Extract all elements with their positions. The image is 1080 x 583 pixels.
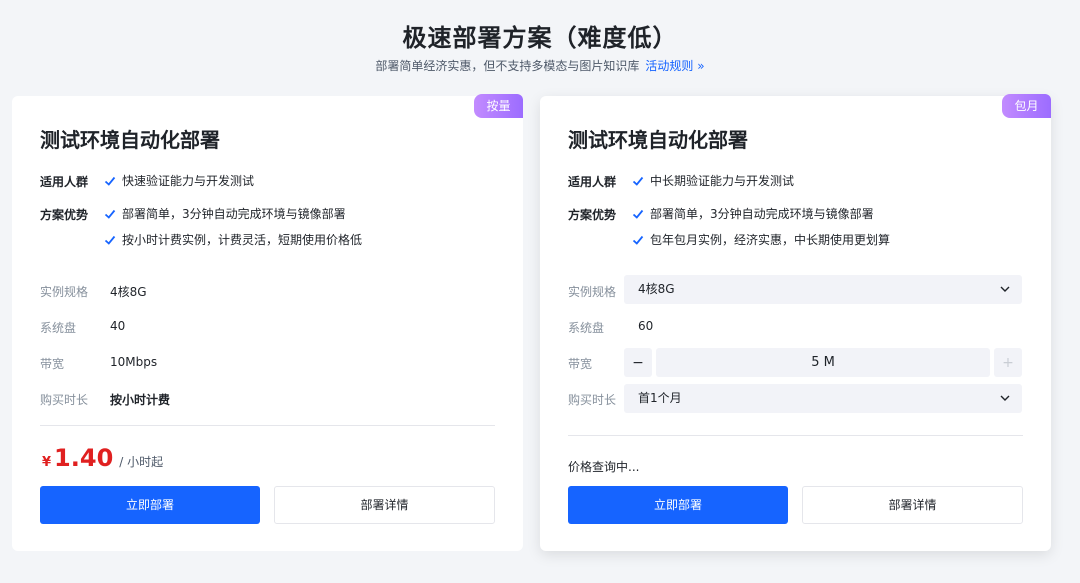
advantages-label: 方案优势 <box>40 208 89 222</box>
advantages-label: 方案优势 <box>568 208 617 222</box>
check-icon <box>104 235 116 245</box>
check-icon <box>632 209 644 219</box>
audience-text: 中长期验证能力与开发测试 <box>650 174 795 188</box>
audience-item: 中长期验证能力与开发测试 <box>632 172 794 189</box>
price: ¥ 1.40 / 小时起 <box>42 444 163 472</box>
audience-label: 适用人群 <box>568 175 617 189</box>
card-title: 测试环境自动化部署 <box>40 128 220 152</box>
divider <box>40 425 495 426</box>
deploy-now-button[interactable]: 立即部署 <box>40 486 260 524</box>
plan-badge: 按量 <box>474 94 523 118</box>
check-icon <box>104 209 116 219</box>
currency-symbol: ¥ <box>42 455 52 470</box>
bandwidth-increase-button[interactable]: + <box>994 348 1022 377</box>
check-icon <box>632 176 644 186</box>
system-disk-label: 系统盘 <box>40 321 77 335</box>
card-title: 测试环境自动化部署 <box>568 128 748 152</box>
audience-label: 适用人群 <box>40 175 89 189</box>
chevron-down-icon <box>1000 286 1010 292</box>
bandwidth-value: 10Mbps <box>110 355 158 369</box>
advantage-text: 按小时计费实例，计费灵活，短期使用价格低 <box>122 233 363 247</box>
price-status: 价格查询中... <box>568 460 640 474</box>
bandwidth-label: 带宽 <box>40 357 65 371</box>
system-disk-label: 系统盘 <box>568 321 605 335</box>
instance-spec-value: 4核8G <box>638 282 675 296</box>
price-amount: 1.40 <box>54 444 114 472</box>
pay-as-you-go-card: 按量 测试环境自动化部署 适用人群 快速验证能力与开发测试 方案优势 部署简单，… <box>12 94 523 551</box>
system-disk-value: 60 <box>638 319 654 333</box>
divider <box>568 435 1023 436</box>
instance-spec-label: 实例规格 <box>40 285 89 299</box>
duration-value: 首1个月 <box>638 391 682 405</box>
duration-label: 购买时长 <box>40 393 89 407</box>
chevron-down-icon <box>1000 395 1010 401</box>
instance-spec-value: 4核8G <box>110 285 147 299</box>
activity-rules-link[interactable]: 活动规则 » <box>645 59 704 73</box>
page-title: 极速部署方案（难度低） <box>402 24 678 52</box>
bandwidth-decrease-button[interactable]: − <box>624 348 652 377</box>
bandwidth-label: 带宽 <box>568 357 593 371</box>
audience-item: 快速验证能力与开发测试 <box>104 172 254 189</box>
advantage-text: 部署简单，3分钟自动完成环境与镜像部署 <box>122 207 346 221</box>
duration-select[interactable]: 首1个月 <box>624 384 1022 413</box>
system-disk-value: 40 <box>110 319 126 333</box>
advantage-text: 部署简单，3分钟自动完成环境与镜像部署 <box>650 207 874 221</box>
price-unit: / 小时起 <box>119 455 164 469</box>
advantage-item: 部署简单，3分钟自动完成环境与镜像部署 <box>632 205 874 222</box>
subtitle-text: 部署简单经济实惠，但不支持多模态与图片知识库 <box>375 59 640 73</box>
deploy-details-button[interactable]: 部署详情 <box>802 486 1023 524</box>
advantage-item: 部署简单，3分钟自动完成环境与镜像部署 <box>104 205 346 222</box>
deploy-details-button[interactable]: 部署详情 <box>274 486 495 524</box>
audience-text: 快速验证能力与开发测试 <box>122 174 255 188</box>
instance-spec-select[interactable]: 4核8G <box>624 275 1022 304</box>
bandwidth-input[interactable]: 5 M <box>656 348 990 377</box>
advantage-text: 包年包月实例，经济实惠，中长期使用更划算 <box>650 233 891 247</box>
duration-value: 按小时计费 <box>110 393 171 407</box>
page-subtitle: 部署简单经济实惠，但不支持多模态与图片知识库 活动规则 » <box>0 57 1080 74</box>
deploy-now-button[interactable]: 立即部署 <box>568 486 788 524</box>
advantage-item: 包年包月实例，经济实惠，中长期使用更划算 <box>632 231 890 248</box>
bandwidth-stepper: − 5 M + <box>624 348 1022 377</box>
monthly-card: 包月 测试环境自动化部署 适用人群 中长期验证能力与开发测试 方案优势 部署简单… <box>540 94 1051 551</box>
check-icon <box>632 235 644 245</box>
check-icon <box>104 176 116 186</box>
advantage-item: 按小时计费实例，计费灵活，短期使用价格低 <box>104 231 362 248</box>
duration-label: 购买时长 <box>568 393 617 407</box>
instance-spec-label: 实例规格 <box>568 285 617 299</box>
plan-badge: 包月 <box>1002 94 1051 118</box>
